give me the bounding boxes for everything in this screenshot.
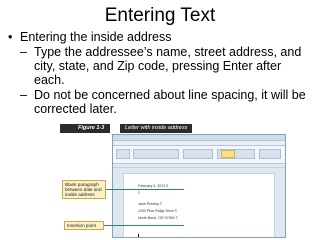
callout-leader-line (104, 225, 184, 226)
address-street-line: 1250 Pine Ridge Drive¶ (138, 209, 177, 213)
figure-tag: Figure 1-3 (60, 124, 111, 133)
paragraph-group (183, 149, 213, 159)
bullet-list: Entering the inside address – Type the a… (8, 30, 314, 117)
sub-bullet-item: – Do not be concerned about line spacing… (8, 88, 314, 116)
sub-bullet-text: Type the addressee’s name, street addres… (34, 45, 302, 87)
callout-leader-line (106, 189, 184, 190)
bullet-text: Entering the inside address (20, 30, 172, 44)
sub-bullet-item: – Type the addressee’s name, street addr… (8, 45, 314, 87)
callout-blank-paragraph: Blank paragraph between date and inside … (62, 180, 106, 199)
figure-caption: Letter with inside address (120, 124, 193, 133)
bullet-item: Entering the inside address (8, 30, 314, 44)
blank-paragraph-mark: ¶ (138, 191, 140, 195)
sub-bullet-text: Do not be concerned about line spacing, … (34, 88, 306, 116)
insertion-point (138, 234, 139, 237)
highlighted-style-icon (221, 150, 235, 158)
clipboard-group (116, 149, 130, 159)
date-line: February 4, 2013¶ (138, 184, 169, 188)
ribbon (113, 146, 285, 164)
callout-insertion-point: Insertion point (64, 221, 104, 230)
ruler (113, 164, 285, 168)
dash-icon: – (20, 88, 27, 102)
address-name-line: Jane Presley¶ (138, 202, 162, 206)
font-group (133, 149, 179, 159)
dash-icon: – (20, 45, 27, 59)
figure: Figure 1-3 Letter with inside address Fe… (60, 124, 286, 238)
address-city-line: North Bend, OR 97459¶ (138, 216, 178, 220)
slide-title: Entering Text (104, 5, 216, 26)
word-window-screenshot: February 4, 2013¶ ¶ Jane Presley¶ 1250 P… (112, 134, 286, 238)
document-page: February 4, 2013¶ ¶ Jane Presley¶ 1250 P… (123, 173, 275, 237)
editing-group (259, 149, 281, 159)
